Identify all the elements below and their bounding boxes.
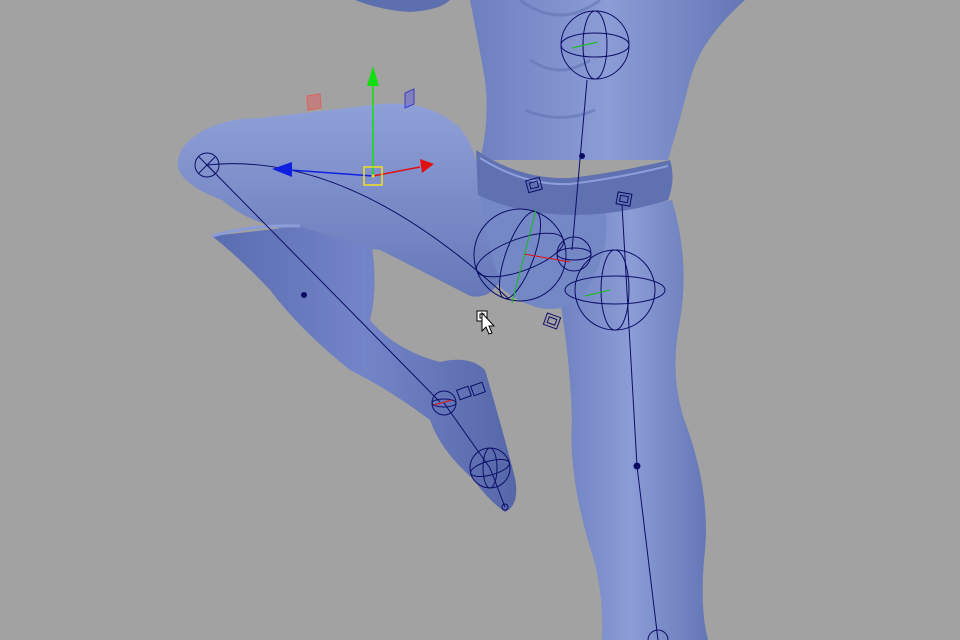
manipulator-plane-x-handle[interactable]	[306, 93, 322, 111]
raised-shin-midpoint	[301, 292, 307, 298]
manipulator-pivot-dot	[371, 174, 375, 178]
viewport-canvas[interactable]	[0, 0, 960, 640]
3d-viewport[interactable]	[0, 0, 960, 640]
spine-midpoint	[579, 153, 585, 159]
